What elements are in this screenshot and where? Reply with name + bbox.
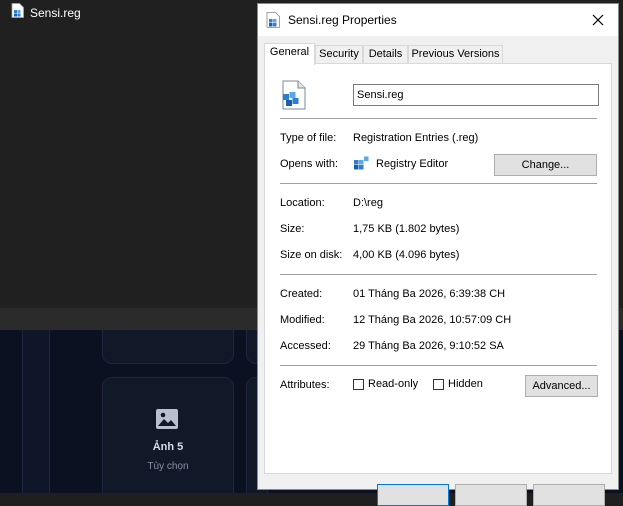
modified-label: Modified: — [280, 314, 325, 326]
divider — [280, 274, 597, 275]
accessed-label: Accessed: — [280, 340, 331, 352]
reg-file-icon — [266, 12, 281, 31]
properties-dialog: Sensi.reg Properties General Security De… — [257, 3, 619, 506]
reg-file-large-icon — [280, 80, 308, 113]
location-label: Location: — [280, 197, 325, 209]
accessed-value: 29 Tháng Ba 2026, 9:10:52 SA — [353, 340, 504, 352]
divider — [280, 118, 597, 119]
size-on-disk-value: 4,00 KB (4.096 bytes) — [353, 249, 460, 261]
divider — [280, 365, 597, 366]
tab-general[interactable]: General — [264, 43, 315, 65]
created-label: Created: — [280, 288, 323, 300]
background-file-title: Sensi.reg — [11, 3, 81, 23]
tab-previous-versions[interactable]: Previous Versions — [408, 45, 503, 64]
read-only-label: Read-only — [368, 378, 419, 390]
location-value: D:\reg — [353, 197, 383, 209]
tab-security[interactable]: Security — [315, 45, 363, 64]
close-button[interactable] — [578, 4, 618, 36]
size-on-disk-label: Size on disk: — [280, 249, 343, 261]
opens-with-label: Opens with: — [280, 158, 339, 170]
cancel-button[interactable] — [455, 484, 527, 506]
hidden-checkbox[interactable]: Hidden — [433, 378, 483, 390]
tab-details[interactable]: Details — [363, 45, 408, 64]
apply-button[interactable] — [533, 484, 605, 506]
read-only-check-box[interactable] — [353, 378, 364, 390]
reg-file-icon — [11, 3, 24, 23]
image-icon — [156, 409, 178, 429]
size-value: 1,75 KB (1.802 bytes) — [353, 223, 460, 235]
type-of-file-value: Registration Entries (.reg) — [353, 132, 479, 144]
card-title: Ảnh 5 — [152, 441, 184, 453]
gallery-card[interactable] — [102, 330, 234, 364]
type-of-file-label: Type of file: — [280, 132, 337, 144]
opens-with-value: Registry Editor — [376, 158, 449, 170]
background-file-name: Sensi.reg — [30, 6, 81, 20]
size-label: Size: — [280, 223, 305, 235]
modified-value: 12 Tháng Ba 2026, 10:57:09 CH — [353, 314, 512, 326]
registry-editor-icon — [353, 156, 369, 175]
divider — [280, 183, 597, 184]
gallery-card-5[interactable]: Ảnh 5 Tùy chọn — [102, 377, 234, 493]
general-panel: Type of file: Registration Entries (.reg… — [264, 63, 612, 474]
hidden-check-box[interactable] — [433, 378, 444, 390]
hidden-label: Hidden — [448, 378, 483, 390]
card-subtitle: Tùy chọn — [147, 461, 189, 472]
change-button[interactable]: Change... — [494, 154, 597, 176]
read-only-checkbox[interactable]: Read-only — [353, 378, 418, 390]
gallery-column — [22, 330, 50, 493]
created-value: 01 Tháng Ba 2026, 6:39:38 CH — [353, 288, 506, 300]
dialog-titlebar: Sensi.reg Properties — [258, 4, 618, 36]
file-name-input[interactable] — [353, 84, 599, 106]
ok-button[interactable] — [377, 484, 449, 506]
advanced-button[interactable]: Advanced... — [525, 375, 598, 397]
attributes-label: Attributes: — [280, 379, 330, 391]
close-icon — [592, 14, 604, 26]
dialog-title: Sensi.reg Properties — [288, 13, 397, 27]
